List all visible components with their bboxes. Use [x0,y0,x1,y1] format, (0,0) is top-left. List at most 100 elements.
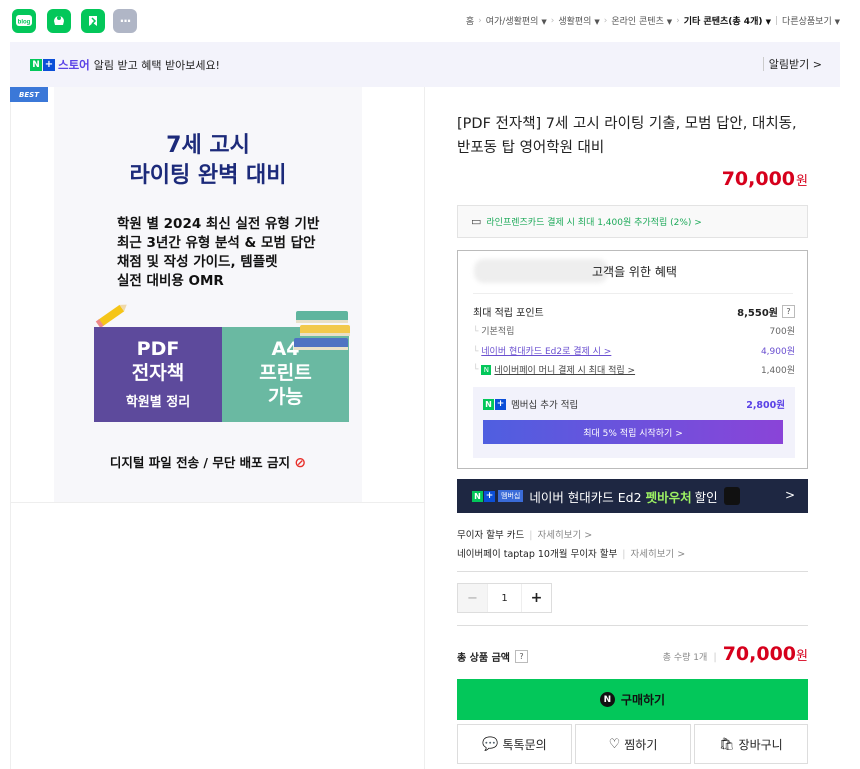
product-image[interactable]: 7세 고시 라이팅 완벽 대비 학원 별 2024 최신 실전 유형 기반 최근… [54,87,362,502]
total-quantity: 총 수량 1개 [662,653,708,663]
breadcrumb-convenience[interactable]: 생활편의 ▼ [558,14,599,27]
shopping-bag-icon: 🛍 [719,737,735,751]
details-link[interactable]: 자세히보기 > [538,530,593,541]
details-link[interactable]: 자세히보기 > [630,549,685,560]
npay-money-link[interactable]: 네이버페이 머니 결제 시 최대 적립 > [494,363,635,376]
prohibited-icon: ⊘ [294,455,307,471]
poster-bullets: 학원 별 2024 최신 실전 유형 기반 최근 3년간 유형 분석 & 모범 … [117,215,319,291]
naver-plus-icon: N + [30,58,55,71]
cafe-share-icon[interactable] [47,9,71,33]
price-value: 70,000 [721,168,796,190]
poster-bullet: 학원 별 2024 최신 실전 유형 기반 [117,216,320,232]
talk-label: 톡톡문의 [502,737,547,752]
wish-button[interactable]: ♡ 찜하기 [575,724,691,764]
pdf-label: PDF [136,338,180,360]
cart-label: 장바구니 [738,737,783,752]
wish-label: 찜하기 [624,737,658,752]
chevron-right-icon: › [478,15,482,26]
membership-label: 멤버십 추가 적립 [511,400,579,411]
best-badge: BEST [10,87,48,102]
quantity-plus-button[interactable]: + [522,584,551,612]
books-icon [294,311,350,350]
max-points-value: 8,550원 [737,308,778,319]
bookmark-share-icon[interactable] [81,9,105,33]
more-share-icon[interactable]: ··· [113,9,137,33]
npay-icon: N [481,364,492,375]
membership-row: N + 멤버십 추가 적립 2,800원 [483,397,785,411]
buy-label: 구매하기 [620,693,666,707]
credit-card-icon: ▭ [471,215,482,228]
ad-tail: 할인 [694,489,718,505]
product-title: [PDF 전자책] 7세 고시 라이팅 기출, 모범 답안, 대치동, 반포동 … [457,116,797,156]
possible-label: 가능 [268,386,303,408]
total-currency: 원 [796,649,808,664]
hyundai-card-link[interactable]: 네이버 현대카드 Ed2로 결제 시 > [481,347,611,357]
svg-text:blog: blog [18,20,31,26]
total-price: 총 수량 1개 | 70,000 원 [662,643,808,665]
chevron-right-icon: › [676,15,680,26]
help-icon[interactable]: ? [514,650,528,663]
card-promo-text: 라인프렌즈카드 결제 시 최대 1,400원 추가적립 (2%) > [486,218,702,228]
by-academy-label: 학원별 정리 [125,395,191,410]
membership-box: N + 멤버십 추가 적립 2,800원 최대 5% 적립 시작하기 > [473,387,795,458]
quantity-input[interactable]: 1 [487,584,522,612]
divider [473,293,793,294]
installment-label: 무이자 할부 카드 [457,530,525,541]
poster-title-1: 7세 고시 [166,133,250,158]
ebook-label: 전자책 [131,362,185,384]
breadcrumb-home[interactable]: 홈 [466,14,474,27]
membership-value: 2,800원 [746,400,785,411]
hyundai-card-ad[interactable]: N + 멤버십 네이버 현대카드 Ed2 펫바우처 할인 > [457,479,808,513]
chat-icon: 💬 [482,736,499,752]
poster-bullet: 채점 및 작성 가이드, 템플렛 [117,254,278,270]
quantity-minus-button[interactable]: − [458,584,487,612]
print-label: 프린트 [259,362,312,384]
membership-start-button[interactable]: 최대 5% 적립 시작하기 > [483,420,783,444]
heart-icon: ♡ [608,736,621,752]
poster-footer: 디지털 파일 전송 / 무단 배포 금지 ⊘ [54,452,362,471]
total-price-value: 70,000 [722,643,797,665]
installment-row: 무이자 할부 카드 | 자세히보기 > [457,530,593,541]
breadcrumb-online-content[interactable]: 온라인 콘텐츠 ▼ [611,14,672,27]
benefit-value: 1,400원 [760,366,795,376]
other-products-link[interactable]: 다른상품보기 ▼ [782,14,840,27]
pdf-block: PDF 전자책 학원별 정리 [94,327,222,422]
breadcrumb-leisure[interactable]: 여가/생활편의 ▼ [486,14,547,27]
store-label: 스토어 [58,57,90,72]
chevron-right-icon: › [603,15,608,26]
installment-row: 네이버페이 taptap 10개월 무이자 할부 | 자세히보기 > [457,549,686,560]
naver-plus-icon: N + [483,398,506,410]
max-points-row: 최대 적립 포인트 8,550원? [473,304,795,319]
poster-footer-text: 디지털 파일 전송 / 무단 배포 금지 [109,455,291,470]
benefit-row: └ 네이버 현대카드 Ed2로 결제 시 > 4,900원 [473,344,795,357]
card-promo[interactable]: ▭ 라인프렌즈카드 결제 시 최대 1,400원 추가적립 (2%) > [457,205,808,238]
top-bar: blog ··· 홈 › 여가/생활편의 ▼ › 생활편의 ▼ › 온라인 콘텐… [0,0,860,42]
breadcrumb-current[interactable]: 기타 콘텐츠(총 4개) ▼ [684,14,771,27]
max-points-value-wrap: 8,550원? [737,304,795,319]
divider [457,571,808,572]
notification-banner: N + 스토어 알림 받고 혜택 받아보세요! 알림받기 > [10,42,840,87]
notify-button[interactable]: 알림받기 > [769,56,822,72]
ad-highlight: 펫바우처 [645,489,692,505]
benefits-header: 고객을 위한 혜택 [592,265,677,279]
chevron-right-icon: > [784,488,795,502]
naver-plus-icon: N + [472,490,495,502]
product-price: 70,000원 [722,168,808,190]
blog-share-icon[interactable]: blog [12,9,36,33]
price-currency: 원 [796,174,808,189]
chevron-right-icon: › [550,15,555,26]
talk-button[interactable]: 💬 톡톡문의 [457,724,572,764]
buy-button[interactable]: N 구매하기 [457,679,808,720]
divider [763,57,764,71]
divider: | [775,15,779,26]
ad-text: 네이버 현대카드 Ed2 [529,489,642,505]
cart-button[interactable]: 🛍 장바구니 [694,724,808,764]
benefit-value: 4,900원 [760,347,795,357]
help-icon[interactable]: ? [782,305,795,318]
benefit-row: └ 기본적립 700원 [473,324,795,337]
installment-label: 네이버페이 taptap 10개월 무이자 할부 [457,549,618,560]
benefit-label: 기본적립 [481,327,515,337]
benefit-value: 700원 [769,327,795,337]
divider [10,502,425,503]
poster-bullet: 최근 3년간 유형 분석 & 모범 답안 [117,235,316,251]
